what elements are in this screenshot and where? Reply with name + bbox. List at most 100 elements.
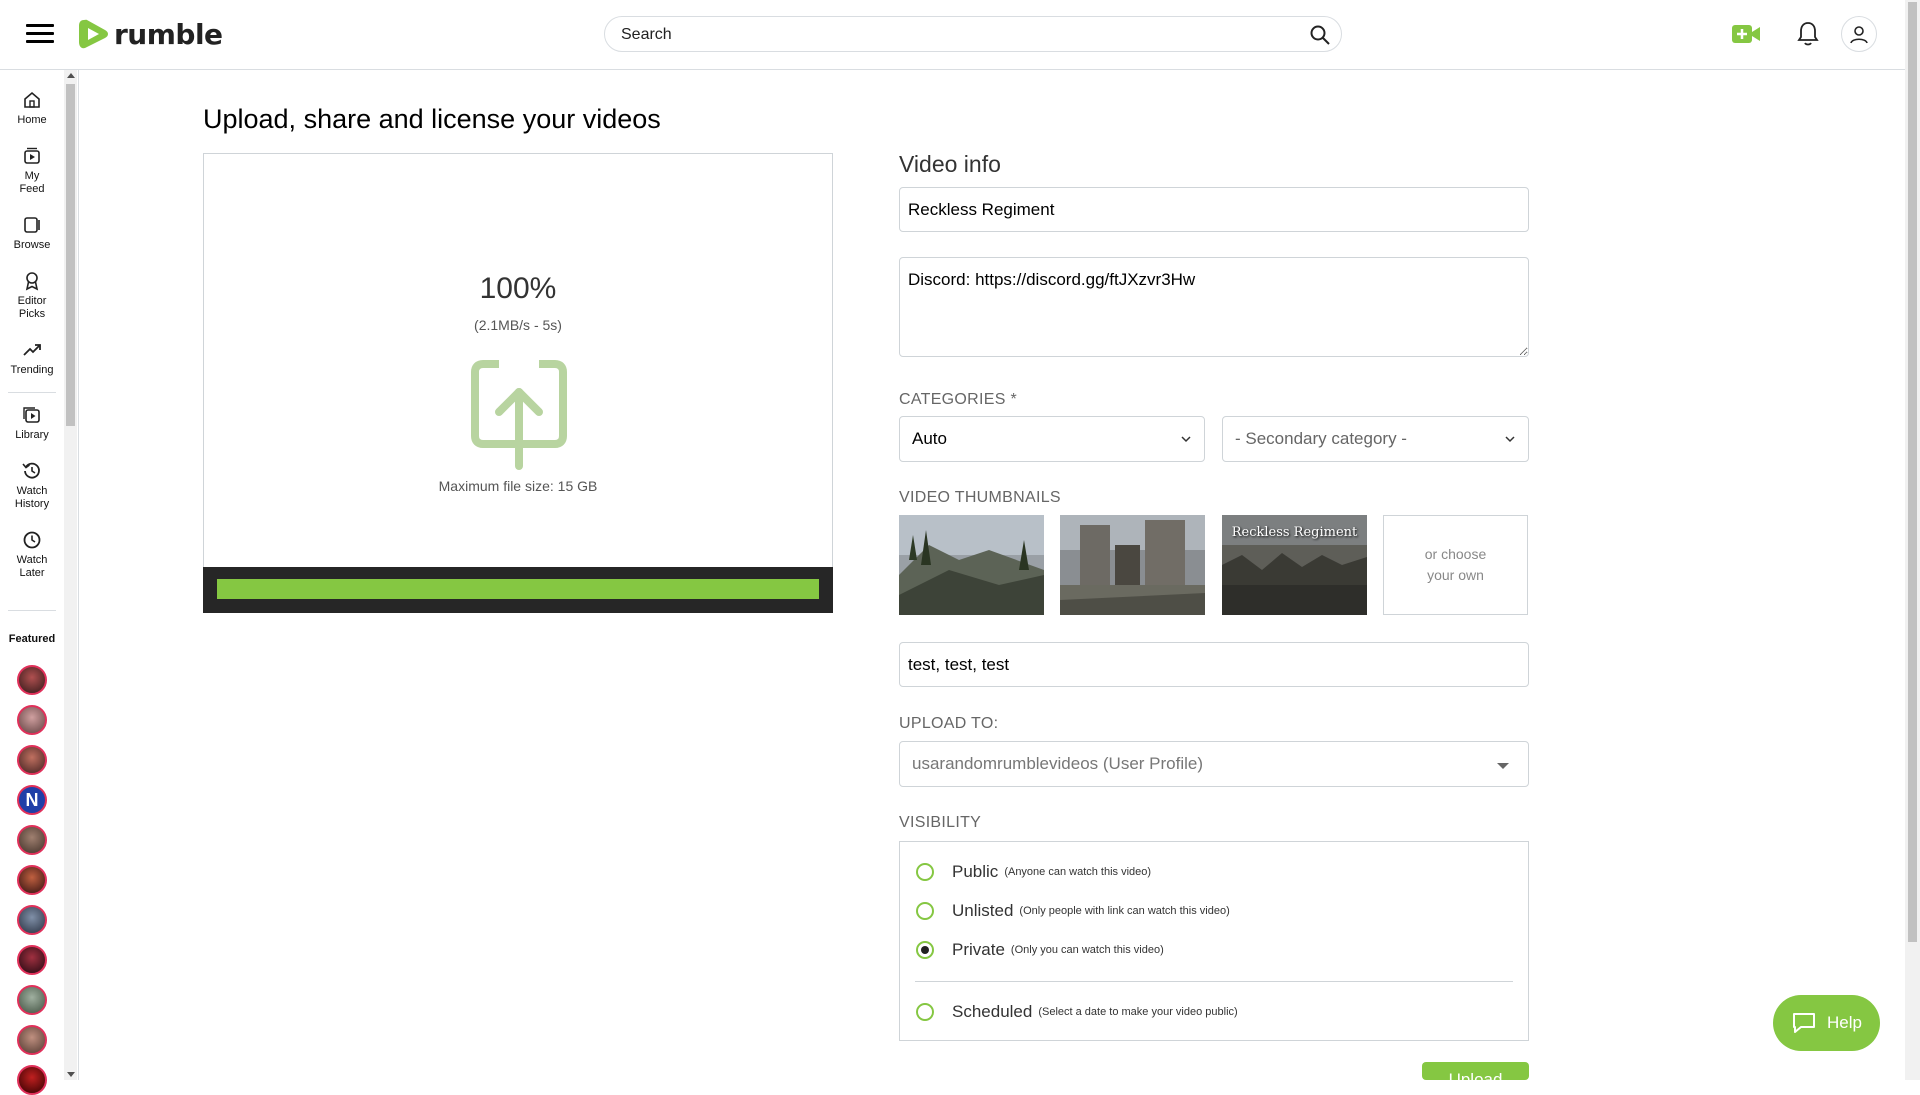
sidebar-label-trending: Trending	[10, 364, 54, 376]
help-label: Help	[1827, 1013, 1862, 1032]
go-live-icon[interactable]	[1731, 22, 1761, 46]
primary-category-select[interactable]: Auto	[899, 416, 1205, 462]
visibility-divider	[915, 981, 1513, 982]
visibility-label-public: Public	[952, 862, 999, 881]
sidebar-item-home[interactable]: Home	[0, 90, 64, 127]
page-scroll-thumb[interactable]	[1908, 2, 1917, 942]
radio-public[interactable]	[916, 863, 934, 881]
sidebar-label-watch-history-1: Watch	[16, 485, 48, 497]
featured-avatar[interactable]	[17, 865, 47, 895]
radio-scheduled[interactable]	[916, 1003, 934, 1021]
sidebar: Home My Feed Browse Editor Picks Trendin…	[0, 70, 64, 1095]
page-title: Upload, share and license your videos	[203, 104, 661, 134]
upload-dropzone[interactable]: 100% (2.1MB/s - 5s) Maximum file size: 1…	[203, 153, 833, 613]
upload-to-value: usarandomrumblevideos (User Profile)	[912, 754, 1204, 773]
chat-bubble-icon	[1793, 1013, 1816, 1033]
featured-avatar[interactable]	[17, 905, 47, 935]
visibility-option-scheduled[interactable]: Scheduled (Select a date to make your vi…	[916, 1002, 1238, 1022]
award-icon	[25, 272, 39, 291]
upload-progress-fill	[217, 579, 819, 599]
featured-avatar[interactable]	[17, 1025, 47, 1055]
sidebar-item-editor-picks[interactable]: Editor Picks	[0, 271, 64, 321]
menu-icon[interactable]	[26, 24, 54, 44]
scroll-down-arrow-icon[interactable]	[67, 1072, 75, 1077]
sidebar-item-watch-later[interactable]: Watch Later	[0, 530, 64, 580]
visibility-option-private[interactable]: Private (Only you can watch this video)	[916, 940, 1164, 960]
thumbnail-image-landscape	[899, 515, 1044, 615]
sidebar-item-browse[interactable]: Browse	[0, 215, 64, 252]
sidebar-item-trending[interactable]: Trending	[0, 340, 64, 377]
visibility-option-public[interactable]: Public (Anyone can watch this video)	[916, 862, 1151, 882]
video-info-title: Video info	[899, 151, 1001, 177]
visibility-desc-unlisted: (Only people with link can watch this vi…	[1019, 905, 1230, 917]
visibility-option-unlisted[interactable]: Unlisted (Only people with link can watc…	[916, 901, 1230, 921]
sidebar-item-library[interactable]: Library	[0, 405, 64, 442]
sidebar-label-library: Library	[15, 429, 49, 441]
choose-own-thumbnail-button[interactable]: or choose your own	[1383, 515, 1528, 615]
rumble-logo[interactable]: rumble	[78, 16, 223, 52]
rumble-play-logo-icon	[79, 19, 108, 49]
upload-to-label: UPLOAD TO:	[899, 715, 999, 732]
featured-avatar[interactable]	[17, 745, 47, 775]
video-title-input[interactable]	[899, 187, 1529, 232]
visibility-options: Public (Anyone can watch this video) Unl…	[899, 841, 1529, 1041]
thumbnails-label: VIDEO THUMBNAILS	[899, 489, 1061, 506]
sidebar-label-browse: Browse	[13, 239, 51, 251]
radio-unlisted[interactable]	[916, 902, 934, 920]
video-description-textarea[interactable]: Discord: https://discord.gg/ftJXzvr3Hw	[899, 257, 1529, 357]
secondary-category-select[interactable]: - Secondary category -	[1222, 416, 1529, 462]
user-profile-button[interactable]	[1841, 16, 1877, 52]
sidebar-item-my-feed[interactable]: My Feed	[0, 146, 64, 196]
sidebar-scroll-thumb[interactable]	[66, 84, 75, 426]
upload-button[interactable]: Upload	[1422, 1062, 1529, 1080]
upload-arrow-icon	[471, 360, 567, 470]
sidebar-label-watch-later-2: Later	[19, 567, 45, 579]
bell-icon[interactable]	[1797, 21, 1819, 47]
sidebar-label-editor-picks-1: Editor	[17, 295, 47, 307]
sidebar-label-my-feed-1: My	[24, 170, 40, 182]
featured-avatar[interactable]	[17, 705, 47, 735]
featured-title: Featured	[8, 633, 56, 645]
radio-private[interactable]	[916, 941, 934, 959]
trending-icon	[23, 344, 41, 356]
sidebar-item-watch-history[interactable]: Watch History	[0, 461, 64, 511]
thumbnail-option-1[interactable]	[899, 515, 1044, 615]
search-bar	[604, 16, 1342, 53]
home-icon	[24, 91, 40, 108]
sidebar-divider	[8, 610, 56, 611]
featured-avatar[interactable]	[17, 665, 47, 695]
upload-speed: (2.1MB/s - 5s)	[474, 317, 562, 333]
thumbnail-overlay-title: Reckless Regiment	[1231, 525, 1358, 540]
sidebar-scrollbar[interactable]	[64, 70, 77, 1080]
feed-icon	[24, 147, 40, 164]
search-icon[interactable]	[1309, 24, 1331, 46]
choose-own-line-2: your own	[1427, 567, 1484, 583]
featured-avatar[interactable]	[17, 985, 47, 1015]
top-header: rumble	[0, 0, 1905, 70]
featured-avatar[interactable]: N	[17, 785, 47, 815]
sidebar-label-my-feed-2: Feed	[19, 183, 45, 195]
upload-percent: 100%	[479, 272, 557, 305]
clock-icon	[23, 531, 41, 549]
upload-progress-bar	[203, 567, 833, 613]
scroll-up-arrow-icon[interactable]	[67, 73, 75, 78]
search-input[interactable]	[619, 17, 1273, 53]
featured-avatar[interactable]	[17, 1065, 47, 1095]
thumbnail-option-3[interactable]: Reckless Regiment	[1222, 515, 1367, 615]
thumbnail-image-castle	[1060, 515, 1205, 615]
featured-avatar[interactable]	[17, 825, 47, 855]
logo-text: rumble	[114, 17, 223, 51]
sidebar-label-home: Home	[17, 114, 47, 126]
thumbnail-option-2[interactable]	[1060, 515, 1205, 615]
primary-category-value: Auto	[912, 429, 947, 448]
categories-label: CATEGORIES *	[899, 391, 1017, 408]
browse-icon	[24, 217, 40, 233]
library-icon	[23, 407, 40, 423]
help-button[interactable]: Help	[1773, 995, 1880, 1051]
page-scrollbar[interactable]	[1905, 0, 1920, 1080]
upload-to-select[interactable]: usarandomrumblevideos (User Profile)	[899, 741, 1529, 787]
visibility-label-unlisted: Unlisted	[952, 901, 1014, 920]
tags-input[interactable]	[899, 642, 1529, 687]
caret-down-icon	[1497, 763, 1509, 769]
featured-avatar[interactable]	[17, 945, 47, 975]
